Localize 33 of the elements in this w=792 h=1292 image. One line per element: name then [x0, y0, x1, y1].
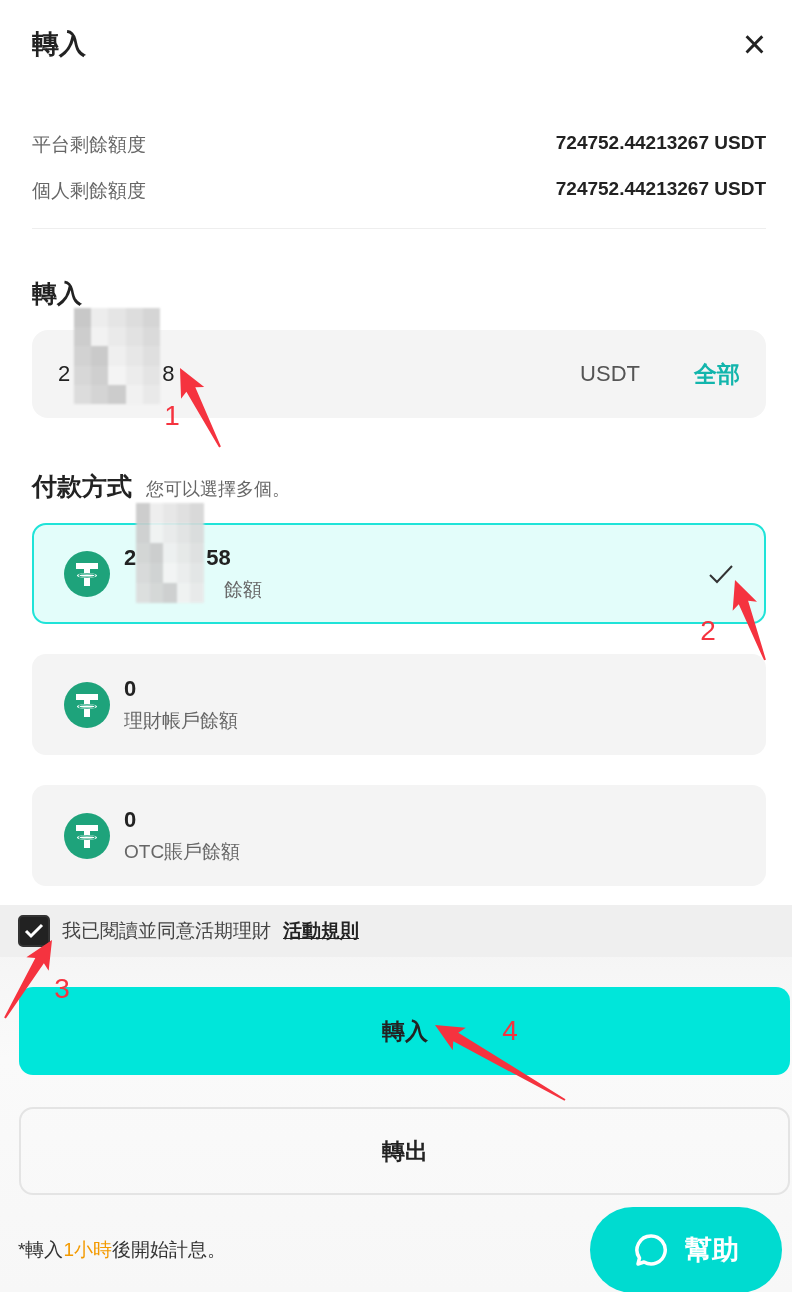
amount-value: 2 — [58, 361, 71, 387]
currency-label: USDT — [580, 361, 640, 387]
account-label: 理財帳戶餘額 — [124, 708, 238, 733]
section-heading: 付款方式 — [32, 471, 132, 502]
payment-option[interactable]: 0 理財帳戶餘額 — [32, 654, 766, 755]
section-heading: 轉入 — [32, 278, 83, 309]
checkmark-icon — [24, 923, 44, 939]
transfer-out-button[interactable]: 轉出 — [19, 1107, 790, 1195]
amount-text: 0 — [124, 806, 137, 833]
interest-note: *轉入1小時後開始計息。 — [18, 1238, 226, 1262]
close-button[interactable]: × — [742, 24, 766, 64]
tether-coin-icon — [64, 681, 110, 728]
account-label: OTC賬戶餘額 — [124, 839, 241, 864]
amount-value: 8 — [162, 361, 175, 387]
checkmark-icon — [708, 563, 734, 584]
agreement-text: 我已閱讀並同意活期理財 — [62, 919, 271, 943]
limit-label: 平台剩餘額度 — [32, 133, 146, 157]
page-title: 轉入 — [32, 28, 86, 61]
limit-value: 724752.44213267 USDT — [555, 132, 766, 155]
annotation-number: 4 — [502, 1015, 518, 1046]
tether-coin-icon — [64, 812, 110, 859]
amount-text: 2 — [124, 544, 137, 571]
tether-coin-icon — [64, 550, 110, 597]
account-label: 餘額 — [224, 577, 262, 602]
limit-label: 個人剩餘額度 — [32, 179, 146, 203]
hint-text: 您可以選擇多個。 — [146, 478, 290, 501]
amount-text: 58 — [206, 544, 231, 571]
payment-option[interactable]: 0 OTC賬戶餘額 — [32, 785, 766, 886]
agreement-checkbox[interactable] — [18, 915, 50, 947]
limit-value: 724752.44213267 USDT — [555, 178, 766, 201]
chat-bubble-icon — [633, 1232, 669, 1268]
rules-link[interactable]: 活動規則 — [283, 918, 359, 944]
amount-text: 0 — [124, 675, 137, 702]
